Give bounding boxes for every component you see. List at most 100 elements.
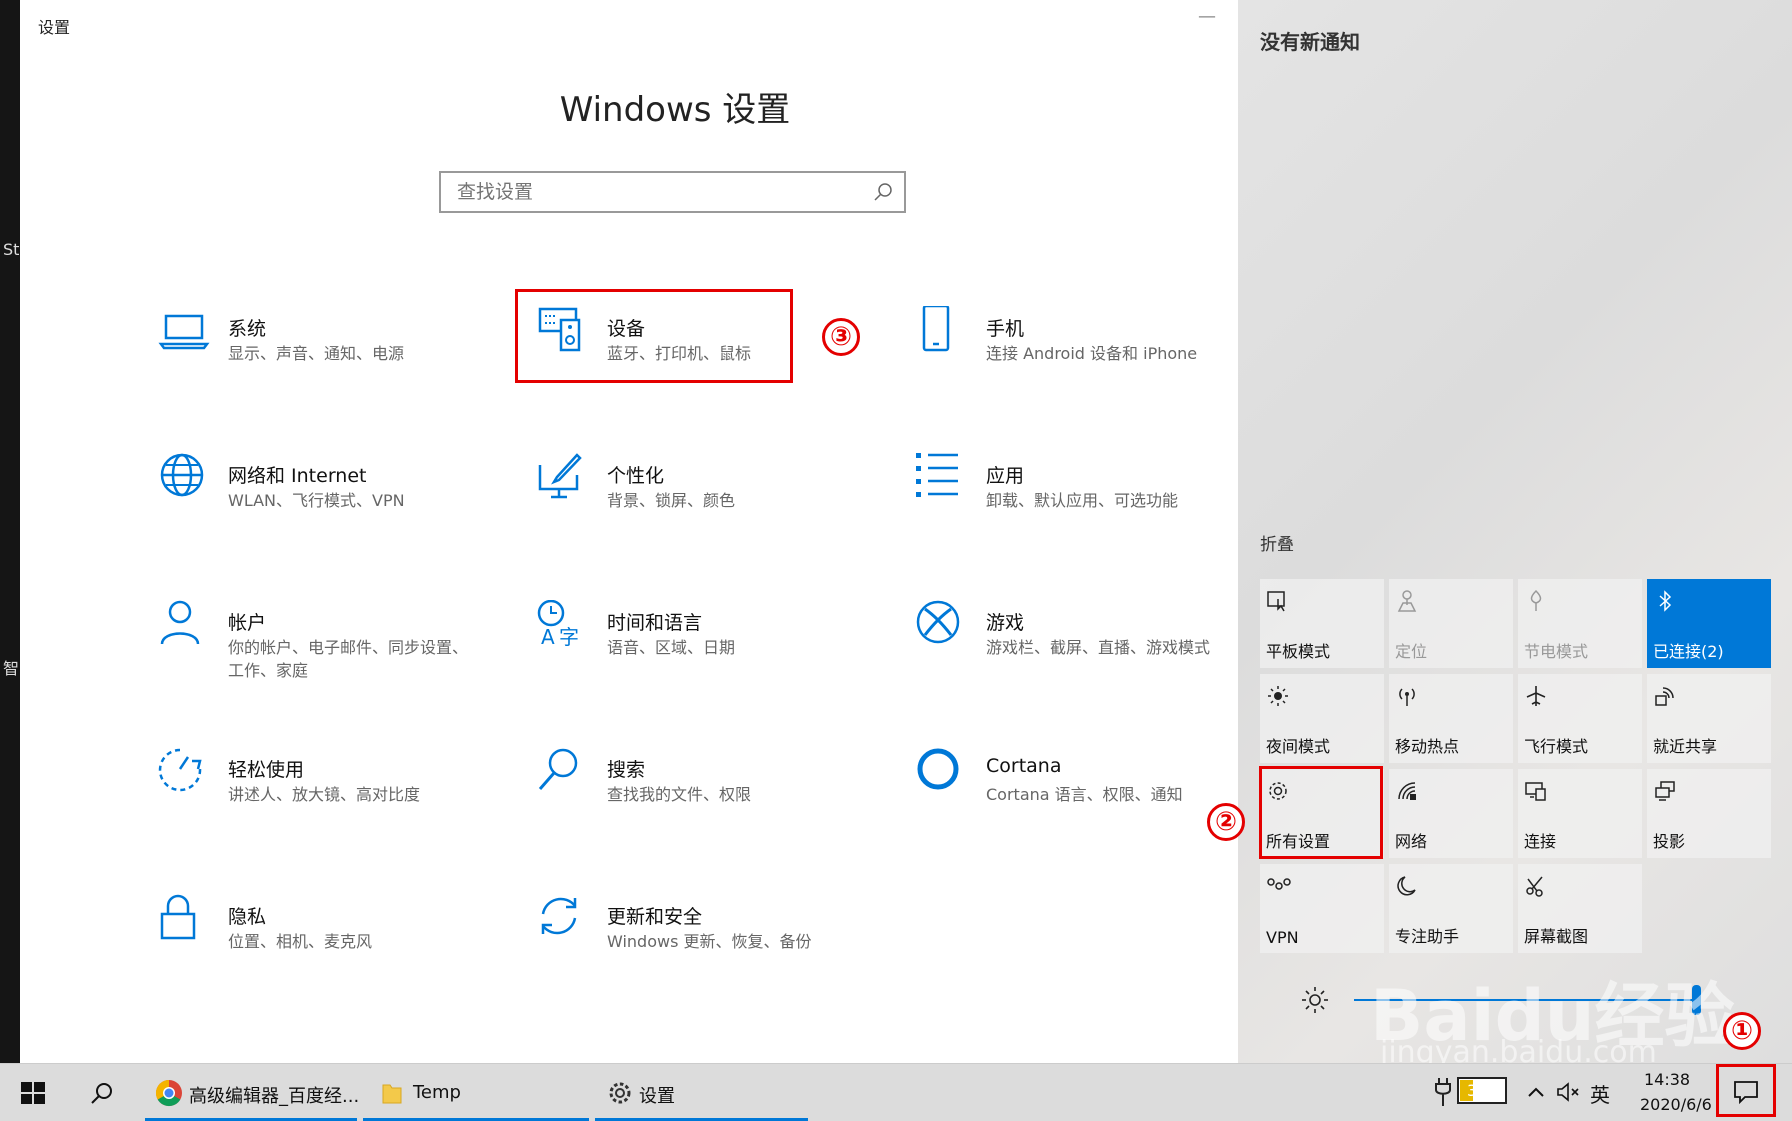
qa-connect[interactable]: 连接 bbox=[1518, 769, 1642, 858]
qa-vpn[interactable]: VPN bbox=[1260, 864, 1384, 953]
svg-text:A: A bbox=[541, 625, 555, 649]
taskbar-app-chrome[interactable]: 高级编辑器_百度经... bbox=[145, 1064, 359, 1121]
annotation-2: ② bbox=[1207, 803, 1245, 841]
page-title: Windows 设置 bbox=[559, 90, 791, 130]
battery-outline: 30% bbox=[1457, 1077, 1507, 1104]
bluetooth-icon bbox=[1659, 590, 1672, 612]
hotspot-icon bbox=[1399, 688, 1415, 706]
apps-list-icon bbox=[916, 453, 958, 497]
tile-privacy[interactable]: 隐私 位置、相机、麦克风 bbox=[158, 894, 518, 994]
person-icon bbox=[160, 600, 200, 645]
tile-subtitle: Windows 更新、恢复、备份 bbox=[607, 932, 812, 951]
qa-label: 平板模式 bbox=[1266, 642, 1331, 661]
tile-title: 更新和安全 bbox=[607, 906, 703, 928]
tile-phone[interactable]: 手机 连接 Android 设备和 iPhone bbox=[916, 306, 1276, 406]
qa-network[interactable]: 网络 bbox=[1389, 769, 1513, 858]
tile-system[interactable]: 系统 显示、声音、通知、电源 bbox=[158, 306, 518, 406]
brightness-icon bbox=[1302, 987, 1328, 1013]
tile-title: 帐户 bbox=[228, 612, 267, 634]
tile-apps[interactable]: 应用 卸载、默认应用、可选功能 bbox=[916, 453, 1276, 553]
minimize-button[interactable]: — bbox=[1198, 6, 1216, 27]
nearby-share-icon bbox=[1655, 687, 1674, 706]
globe-icon bbox=[160, 453, 204, 497]
qa-label: 定位 bbox=[1395, 642, 1428, 661]
ease-of-access-icon bbox=[158, 748, 202, 792]
tile-title: 应用 bbox=[986, 465, 1025, 487]
qa-label: 屏幕截图 bbox=[1524, 927, 1589, 946]
desktop-strip: St 智 bbox=[0, 0, 20, 1063]
qa-focus-assist[interactable]: 专注助手 bbox=[1389, 864, 1513, 953]
tile-time-language[interactable]: A字 时间和语言 语音、区域、日期 bbox=[537, 600, 897, 700]
tile-gaming[interactable]: 游戏 游戏栏、截屏、直播、游戏模式 bbox=[916, 600, 1276, 700]
search-icon[interactable] bbox=[90, 1081, 114, 1105]
desktop-text: 智 bbox=[3, 659, 20, 678]
ime-indicator[interactable]: 英 bbox=[1590, 1079, 1610, 1108]
tile-accounts[interactable]: 帐户 你的帐户、电子邮件、同步设置、工作、家庭 bbox=[158, 600, 518, 700]
chrome-icon bbox=[155, 1079, 182, 1107]
taskbar-app-label: Temp bbox=[413, 1082, 461, 1103]
lock-icon bbox=[160, 894, 196, 940]
qa-hotspot[interactable]: 移动热点 bbox=[1389, 674, 1513, 763]
cortana-icon bbox=[917, 748, 959, 790]
qa-tablet-mode[interactable]: 平板模式 bbox=[1260, 579, 1384, 668]
chevron-up-icon[interactable] bbox=[1528, 1086, 1544, 1098]
clock-time: 14:38 bbox=[1644, 1070, 1691, 1089]
qa-screen-snip[interactable]: 屏幕截图 bbox=[1518, 864, 1642, 953]
connect-icon bbox=[1525, 782, 1546, 801]
qa-label: 移动热点 bbox=[1395, 737, 1460, 756]
search-input[interactable] bbox=[455, 180, 859, 204]
volume-muted-icon[interactable] bbox=[1556, 1080, 1582, 1104]
tile-subtitle: 背景、锁屏、颜色 bbox=[607, 491, 736, 510]
annotation-3: ③ bbox=[822, 318, 860, 356]
qa-bluetooth[interactable]: 已连接(2) bbox=[1647, 579, 1771, 668]
tile-title: Cortana bbox=[986, 755, 1062, 777]
clock[interactable]: 14:38 2020/6/6 bbox=[1640, 1064, 1712, 1121]
night-light-icon bbox=[1268, 686, 1288, 706]
tablet-mode-icon bbox=[1267, 591, 1285, 612]
tile-ease-of-access[interactable]: 轻松使用 讲述人、放大镜、高对比度 bbox=[158, 747, 518, 847]
screen-snip-icon bbox=[1526, 876, 1543, 897]
taskbar-app-temp[interactable]: Temp bbox=[363, 1064, 589, 1121]
taskbar: 高级编辑器_百度经... Temp 设置 30% 英 14:38 2020/6/… bbox=[0, 1063, 1792, 1121]
tile-search[interactable]: 搜索 查找我的文件、权限 bbox=[537, 747, 897, 847]
airplane-icon bbox=[1526, 686, 1546, 706]
tile-title: 个性化 bbox=[607, 465, 665, 487]
tile-network[interactable]: 网络和 Internet WLAN、飞行模式、VPN bbox=[158, 453, 518, 553]
qa-location[interactable]: 定位 bbox=[1389, 579, 1513, 668]
tile-title: 系统 bbox=[228, 318, 267, 340]
tile-title: 轻松使用 bbox=[228, 759, 305, 781]
battery-indicator[interactable]: 30% bbox=[1432, 1064, 1522, 1121]
collapse-link[interactable]: 折叠 bbox=[1260, 530, 1294, 555]
vpn-icon bbox=[1267, 878, 1291, 890]
tile-personalization[interactable]: 个性化 背景、锁屏、颜色 bbox=[537, 453, 897, 553]
tile-subtitle: 卸载、默认应用、可选功能 bbox=[986, 491, 1179, 510]
svg-text:字: 字 bbox=[559, 625, 579, 649]
qa-label: 已连接(2) bbox=[1653, 642, 1724, 661]
folder-icon bbox=[382, 1084, 402, 1104]
qa-label: 网络 bbox=[1395, 832, 1428, 851]
qa-night-light[interactable]: 夜间模式 bbox=[1260, 674, 1384, 763]
qa-nearby-share[interactable]: 就近共享 bbox=[1647, 674, 1771, 763]
tile-title: 搜索 bbox=[607, 759, 646, 781]
project-icon bbox=[1655, 781, 1675, 801]
focus-assist-icon bbox=[1397, 876, 1416, 896]
tile-update-security[interactable]: 更新和安全 Windows 更新、恢复、备份 bbox=[537, 894, 897, 994]
tile-subtitle: 讲述人、放大镜、高对比度 bbox=[228, 785, 421, 804]
network-icon bbox=[1398, 782, 1416, 800]
qa-label: 就近共享 bbox=[1653, 737, 1718, 756]
qa-airplane-mode[interactable]: 飞行模式 bbox=[1518, 674, 1642, 763]
qa-label: VPN bbox=[1266, 928, 1299, 947]
qa-project[interactable]: 投影 bbox=[1647, 769, 1771, 858]
tile-subtitle: 你的帐户、电子邮件、同步设置、工作、家庭 bbox=[228, 638, 469, 680]
tile-subtitle: 位置、相机、麦克风 bbox=[228, 932, 373, 951]
taskbar-app-settings[interactable]: 设置 bbox=[595, 1064, 808, 1121]
windows-start-icon[interactable] bbox=[21, 1082, 45, 1104]
qa-battery-saver[interactable]: 节电模式 bbox=[1518, 579, 1642, 668]
qa-label: 飞行模式 bbox=[1524, 737, 1589, 756]
gear-icon bbox=[609, 1082, 631, 1104]
qa-label: 连接 bbox=[1524, 832, 1557, 851]
tile-subtitle: 语音、区域、日期 bbox=[607, 638, 736, 657]
notifications-header: 没有新通知 bbox=[1260, 30, 1360, 54]
search-box[interactable] bbox=[439, 171, 906, 213]
paint-monitor-icon bbox=[538, 453, 582, 499]
